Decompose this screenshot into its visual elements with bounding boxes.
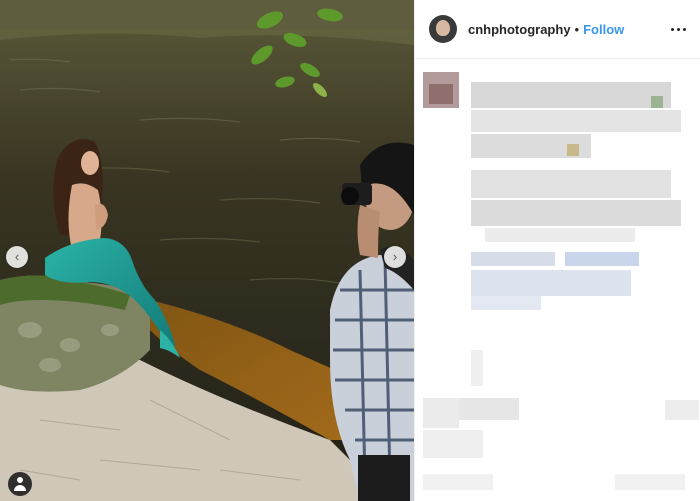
pixelated-caption <box>471 82 671 108</box>
pixelated-comment <box>423 398 459 428</box>
pixelated-hashtags <box>471 270 631 296</box>
pixelated-comment <box>615 474 685 490</box>
pixelated-comment <box>665 400 699 420</box>
previous-photo-button[interactable]: ‹ <box>6 246 28 268</box>
pixelated-text <box>471 350 483 386</box>
pixelated-comment <box>423 430 483 458</box>
post-header: cnhphotography • Follow <box>415 0 700 59</box>
post-sidebar: cnhphotography • Follow <box>414 0 700 501</box>
post-photo[interactable]: ‹ › <box>0 0 414 501</box>
pixelated-comment <box>423 474 493 490</box>
pixelated-hashtags <box>471 252 555 266</box>
photo-scene <box>0 0 414 501</box>
pixelated-hashtags <box>471 296 541 310</box>
more-dot <box>677 27 680 31</box>
instagram-post: ‹ › cnhphotography • Follow <box>0 0 700 501</box>
user-tag-icon[interactable] <box>8 472 32 496</box>
avatar[interactable] <box>429 15 457 43</box>
more-dot <box>683 27 686 31</box>
pixelated-comment <box>459 398 519 420</box>
pixelated-caption-accent <box>651 96 663 108</box>
follow-button[interactable]: Follow <box>583 22 624 37</box>
pixelated-caption <box>471 170 671 198</box>
more-options-icon[interactable] <box>671 24 686 35</box>
pixelated-caption-and-comments <box>415 60 700 501</box>
username-link[interactable]: cnhphotography <box>468 22 571 37</box>
pixelated-caption <box>471 110 681 132</box>
pixelated-caption <box>471 200 681 226</box>
pixelated-avatar-detail <box>429 84 453 104</box>
more-dot <box>671 27 674 31</box>
pixelated-hashtags <box>565 252 639 266</box>
next-photo-button[interactable]: › <box>384 246 406 268</box>
tag-head-shape <box>17 477 23 483</box>
pixelated-caption <box>485 228 635 242</box>
tag-shoulders-shape <box>14 485 26 491</box>
pixelated-caption-accent <box>567 144 579 156</box>
separator-dot: • <box>574 21 580 37</box>
